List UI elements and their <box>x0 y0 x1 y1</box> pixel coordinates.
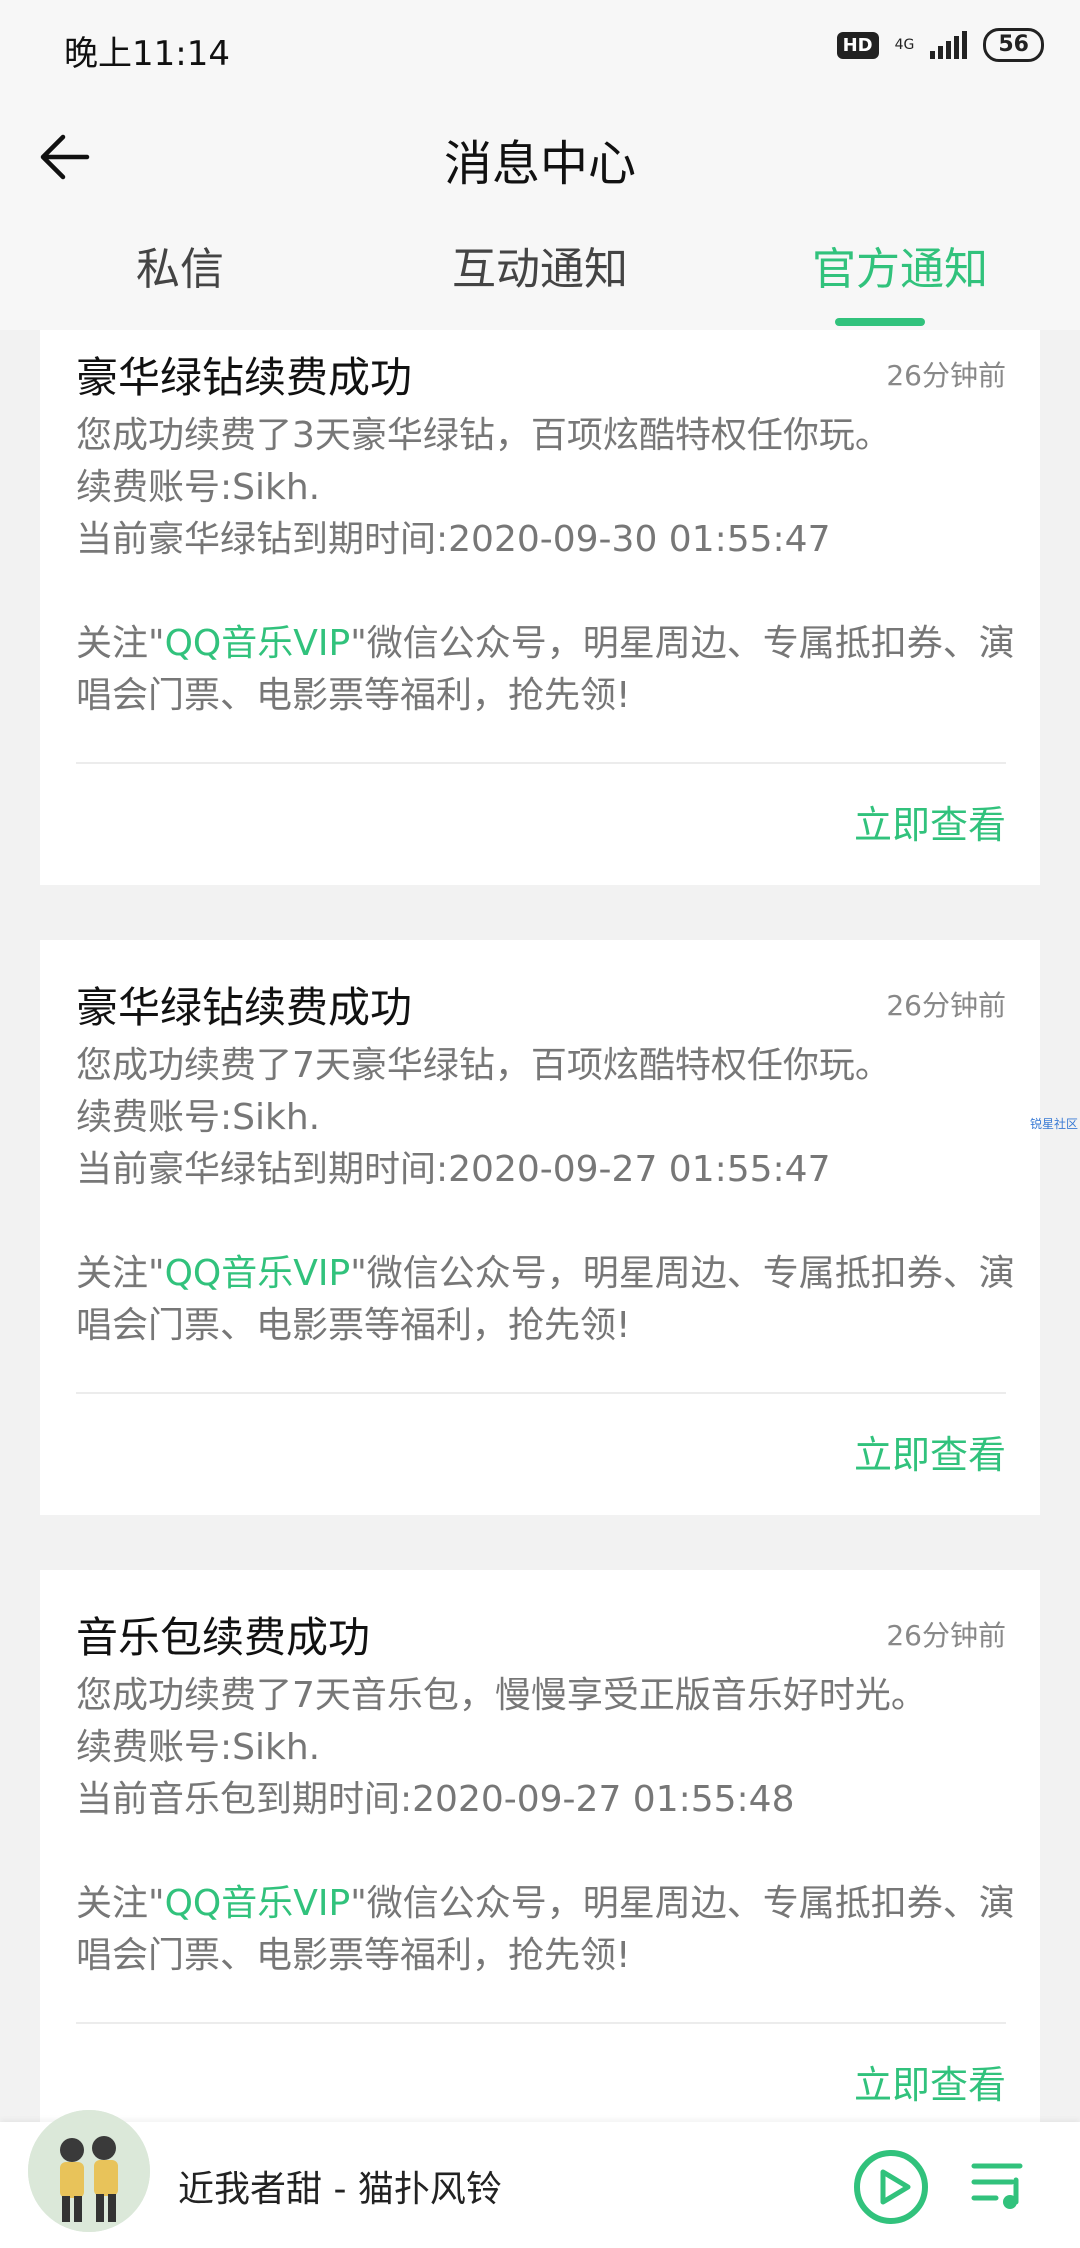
promo-highlight[interactable]: QQ音乐VIP <box>165 623 351 664</box>
promo-text: 关注"QQ音乐VIP"微信公众号，明星周边、专属抵扣券、演唱会门票、电影票等福利… <box>76 1883 1015 1976</box>
album-cover-icon <box>28 2110 150 2232</box>
notice-card: 豪华绿钻续费成功 26分钟前 您成功续费了3天豪华绿钻，百项炫酷特权任你玩。 续… <box>40 330 1040 885</box>
status-icons: HD 4G 56 <box>836 28 1044 62</box>
watermark-text: 锐星社区 <box>1030 1117 1079 1131</box>
card-line: 您成功续费了7天豪华绿钻，百项炫酷特权任你玩。 <box>76 1045 891 1086</box>
card-line: 续费账号:Sikh. <box>76 1727 321 1768</box>
battery-icon: 56 <box>983 28 1044 62</box>
album-art[interactable] <box>28 2110 150 2232</box>
tab-bar: 私信 互动通知 官方通知 <box>0 230 1080 330</box>
status-bar: 晚上11:14 HD 4G 56 <box>0 0 1080 100</box>
play-circle-icon <box>854 2150 928 2224</box>
promo-highlight[interactable]: QQ音乐VIP <box>165 1883 351 1924</box>
promo-highlight[interactable]: QQ音乐VIP <box>165 1253 351 1294</box>
card-line: 当前豪华绿钻到期时间:2020-09-27 01:55:47 <box>76 1149 831 1190</box>
card-divider <box>76 2022 1006 2024</box>
card-body: 您成功续费了7天音乐包，慢慢享受正版音乐好时光。 续费账号:Sikh. 当前音乐… <box>76 1670 1016 1982</box>
view-details-button[interactable]: 立即查看 <box>854 1424 1006 1479</box>
now-playing-title[interactable]: 近我者甜 - 猫扑风铃 <box>178 2160 502 2212</box>
app-header: 消息中心 <box>0 100 1080 230</box>
signal-icon <box>930 31 968 59</box>
mini-player[interactable]: 近我者甜 - 猫扑风铃 <box>0 2110 1080 2248</box>
card-line: 续费账号:Sikh. <box>76 467 321 508</box>
card-line: 当前豪华绿钻到期时间:2020-09-30 01:55:47 <box>76 519 831 560</box>
card-body: 您成功续费了3天豪华绿钻，百项炫酷特权任你玩。 续费账号:Sikh. 当前豪华绿… <box>76 410 1016 722</box>
card-time: 26分钟前 <box>886 989 1006 1022</box>
card-title: 豪华绿钻续费成功 <box>76 353 413 402</box>
tab-private-messages[interactable]: 私信 <box>0 230 360 310</box>
page-title: 消息中心 <box>443 136 636 192</box>
view-details-button[interactable]: 立即查看 <box>854 2054 1006 2109</box>
card-line: 当前音乐包到期时间:2020-09-27 01:55:48 <box>76 1779 795 1820</box>
status-time: 晚上11:14 <box>64 34 230 74</box>
card-title: 豪华绿钻续费成功 <box>76 983 413 1032</box>
card-line: 续费账号:Sikh. <box>76 1097 321 1138</box>
hd-icon: HD <box>836 31 879 59</box>
playlist-button[interactable] <box>968 2152 1032 2216</box>
card-title: 音乐包续费成功 <box>76 1613 371 1662</box>
card-line: 您成功续费了7天音乐包，慢慢享受正版音乐好时光。 <box>76 1675 927 1716</box>
play-button[interactable] <box>852 2148 930 2226</box>
card-time: 26分钟前 <box>886 1619 1006 1652</box>
card-divider <box>76 762 1006 764</box>
promo-text: 关注"QQ音乐VIP"微信公众号，明星周边、专属抵扣券、演唱会门票、电影票等福利… <box>76 623 1015 716</box>
tab-interaction-notices[interactable]: 互动通知 <box>360 230 720 310</box>
network-label: 4G <box>894 37 915 53</box>
playlist-icon <box>971 2163 1023 2209</box>
notice-card: 豪华绿钻续费成功 26分钟前 您成功续费了7天豪华绿钻，百项炫酷特权任你玩。 续… <box>40 940 1040 1515</box>
notice-card: 音乐包续费成功 26分钟前 您成功续费了7天音乐包，慢慢享受正版音乐好时光。 续… <box>40 1570 1040 2130</box>
card-body: 您成功续费了7天豪华绿钻，百项炫酷特权任你玩。 续费账号:Sikh. 当前豪华绿… <box>76 1040 1016 1352</box>
promo-text: 关注"QQ音乐VIP"微信公众号，明星周边、专属抵扣券、演唱会门票、电影票等福利… <box>76 1253 1015 1346</box>
card-time: 26分钟前 <box>886 359 1006 392</box>
card-line: 您成功续费了3天豪华绿钻，百项炫酷特权任你玩。 <box>76 415 891 456</box>
active-tab-indicator <box>835 318 925 326</box>
tab-official-notices[interactable]: 官方通知 <box>720 230 1080 310</box>
view-details-button[interactable]: 立即查看 <box>854 794 1006 849</box>
card-divider <box>76 1392 1006 1394</box>
